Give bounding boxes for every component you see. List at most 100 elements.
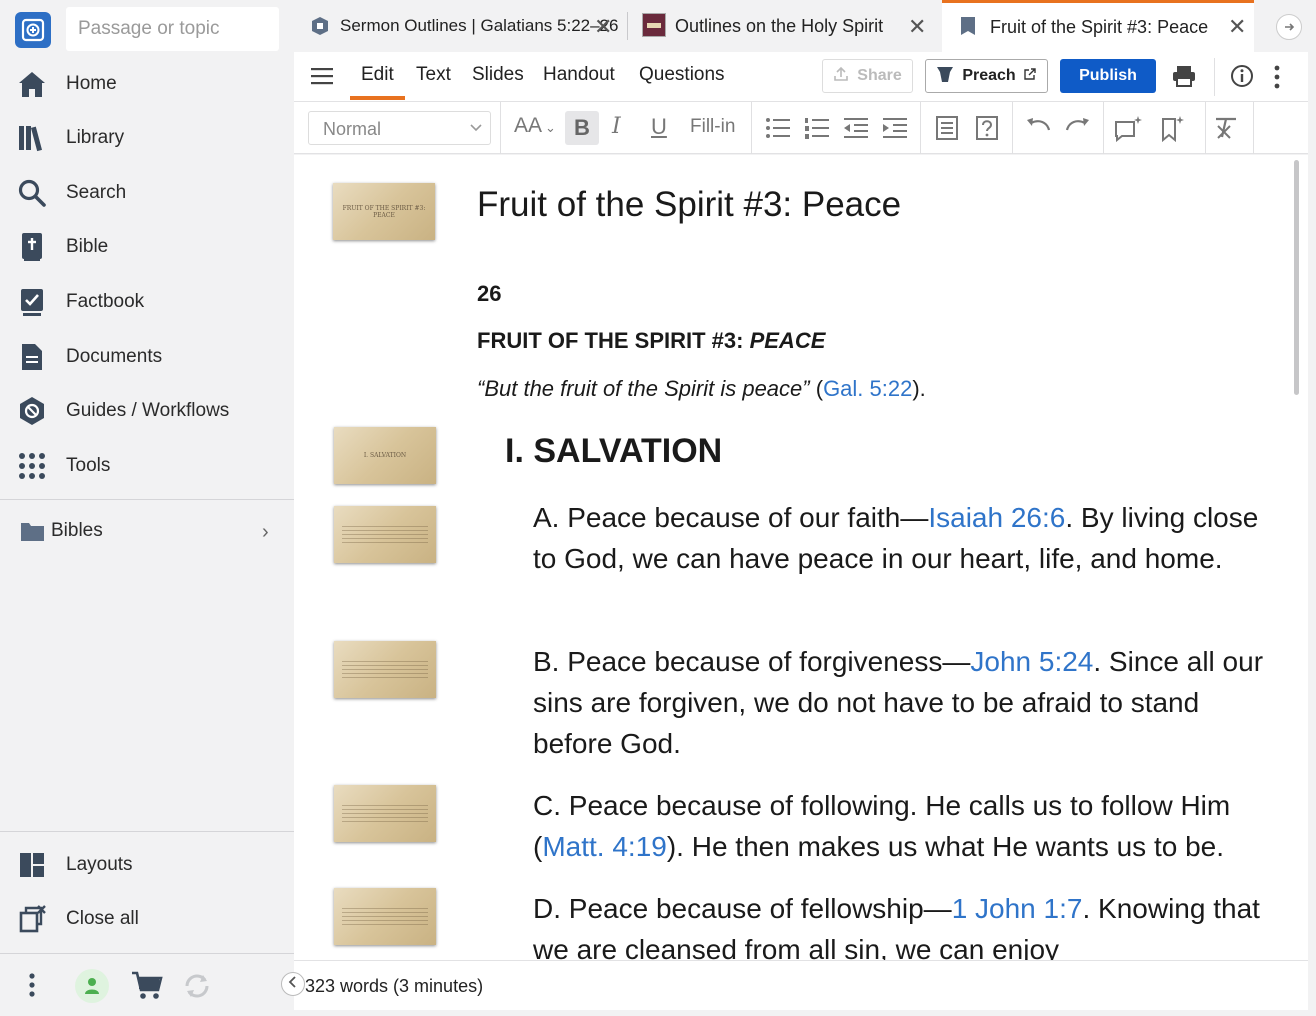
- publish-button[interactable]: Publish: [1060, 59, 1156, 93]
- numbered-list-icon[interactable]: [804, 116, 830, 145]
- tab-sermon-outlines[interactable]: Sermon Outlines | Galatians 5:22–26 ✕: [294, 0, 624, 52]
- slide-thumbnail[interactable]: [334, 641, 436, 698]
- sidebar-item-layouts[interactable]: Layouts: [0, 842, 294, 888]
- redo-icon[interactable]: [1065, 117, 1091, 142]
- toolbar-divider: [1012, 102, 1013, 154]
- font-size-button[interactable]: AA ⌄: [514, 114, 556, 138]
- underline-button[interactable]: U: [651, 114, 667, 140]
- menu-questions[interactable]: Questions: [639, 64, 725, 86]
- share-button[interactable]: Share: [822, 59, 913, 93]
- more-options-icon[interactable]: [1272, 64, 1282, 95]
- bold-button[interactable]: B: [565, 111, 599, 145]
- menu-slides[interactable]: Slides: [472, 64, 524, 86]
- sidebar-folder-bibles[interactable]: Bibles ›: [0, 509, 294, 553]
- sidebar-item-label: Close all: [66, 908, 139, 929]
- sidebar-item-search[interactable]: Search: [0, 170, 294, 216]
- slide-thumbnail[interactable]: [334, 506, 436, 563]
- sidebar-item-close-all[interactable]: Close all: [0, 896, 294, 942]
- quote-paren-close: ).: [912, 376, 926, 401]
- font-size-glyph: AA: [514, 114, 543, 137]
- style-select-value: Normal: [323, 119, 382, 139]
- close-tab-icon[interactable]: ✕: [1228, 14, 1246, 40]
- bulleted-list-icon[interactable]: [765, 116, 791, 145]
- bible-reference-link[interactable]: Gal. 5:22: [823, 376, 912, 401]
- sync-icon[interactable]: [181, 970, 213, 1007]
- print-icon[interactable]: [1172, 65, 1196, 92]
- outline-point-b[interactable]: B. Peace because of forgiveness—John 5:2…: [533, 641, 1263, 764]
- sidebar-item-factbook[interactable]: Factbook: [0, 279, 294, 325]
- left-sidebar: Passage or topic Home Library Search Bib…: [0, 0, 294, 1016]
- bible-icon: [16, 231, 48, 263]
- tab-outlines-holy-spirit[interactable]: Outlines on the Holy Spirit ✕: [630, 0, 940, 52]
- undo-icon[interactable]: [1025, 117, 1051, 142]
- menu-handout[interactable]: Handout: [543, 64, 615, 86]
- outline-number[interactable]: 26: [477, 281, 501, 307]
- bible-reference-link[interactable]: 1 John 1:7: [952, 893, 1083, 924]
- info-icon[interactable]: [1230, 64, 1254, 93]
- sidebar-item-home[interactable]: Home: [0, 61, 294, 107]
- sidebar-item-guides[interactable]: Guides / Workflows: [0, 388, 294, 434]
- outline-heading[interactable]: FRUIT OF THE SPIRIT #3: PEACE: [477, 328, 825, 354]
- sidebar-item-bible[interactable]: Bible: [0, 224, 294, 270]
- ai-comment-icon[interactable]: [1114, 114, 1144, 147]
- more-vertical-icon[interactable]: [22, 971, 42, 1004]
- document-scrollbar[interactable]: [1294, 160, 1299, 395]
- resource-book-icon: [311, 16, 329, 41]
- logos-logo-icon[interactable]: [15, 12, 51, 48]
- add-panel-icon[interactable]: [1276, 14, 1302, 40]
- ai-bookmark-icon[interactable]: [1160, 114, 1186, 147]
- sidebar-item-library[interactable]: Library: [0, 115, 294, 161]
- sidebar-item-tools[interactable]: Tools: [0, 443, 294, 489]
- toolbar-divider: [500, 102, 501, 154]
- slide-thumbnail[interactable]: [334, 888, 436, 945]
- book-cover-icon: [642, 13, 666, 37]
- outline-point-d[interactable]: D. Peace because of fellowship—1 John 1:…: [533, 888, 1263, 960]
- status-bar: 323 words (3 minutes): [294, 960, 1308, 1010]
- outline-heading-text: FRUIT OF THE SPIRIT #3:: [477, 328, 750, 353]
- passage-search-input[interactable]: Passage or topic: [66, 7, 279, 51]
- point-text: A. Peace because of our faith—: [533, 502, 929, 533]
- close-tab-icon[interactable]: ✕: [908, 14, 926, 40]
- close-tab-icon[interactable]: ✕: [594, 14, 612, 40]
- bible-reference-link[interactable]: John 5:24: [970, 646, 1093, 677]
- hamburger-menu-icon[interactable]: [311, 66, 333, 91]
- toolbar-divider: [920, 102, 921, 154]
- sidebar-item-label: Layouts: [66, 854, 133, 875]
- preach-button[interactable]: Preach: [925, 59, 1048, 93]
- outline-point-a[interactable]: A. Peace because of our faith—Isaiah 26:…: [533, 497, 1263, 579]
- insert-block-icon[interactable]: [935, 115, 959, 146]
- sidebar-item-label: Search: [66, 182, 127, 203]
- sidebar-divider: [0, 953, 294, 954]
- document-title[interactable]: Fruit of the Spirit #3: Peace: [477, 185, 901, 225]
- key-verse-quote[interactable]: “But the fruit of the Spirit is peace” (…: [477, 376, 926, 402]
- sidebar-item-documents[interactable]: Documents: [0, 334, 294, 380]
- menu-edit[interactable]: Edit: [361, 64, 394, 86]
- indent-icon[interactable]: [882, 116, 908, 145]
- collapse-sidebar-button[interactable]: [281, 972, 305, 996]
- search-icon: [16, 177, 48, 209]
- clear-formatting-icon[interactable]: [1214, 117, 1238, 144]
- section-heading[interactable]: I. SALVATION: [505, 432, 722, 471]
- menu-text[interactable]: Text: [416, 64, 451, 86]
- home-icon: [16, 68, 48, 100]
- sermon-document[interactable]: FRUIT OF THE SPIRIT #3: PEACE Fruit of t…: [294, 155, 1308, 960]
- guides-icon: [16, 395, 48, 427]
- sidebar-item-label: Home: [66, 73, 117, 94]
- share-label: Share: [857, 67, 902, 84]
- slide-thumbnail[interactable]: FRUIT OF THE SPIRIT #3: PEACE: [333, 183, 435, 240]
- outdent-icon[interactable]: [843, 116, 869, 145]
- folder-icon: [20, 520, 45, 547]
- insert-question-icon[interactable]: [975, 115, 999, 146]
- slide-thumbnail[interactable]: I. SALVATION: [334, 427, 436, 484]
- cart-icon[interactable]: [131, 970, 163, 1005]
- slide-thumbnail[interactable]: [334, 785, 436, 842]
- chevron-down-icon: [469, 120, 483, 139]
- outline-point-c[interactable]: C. Peace because of following. He calls …: [533, 785, 1263, 867]
- paragraph-style-select[interactable]: Normal: [308, 111, 491, 145]
- bible-reference-link[interactable]: Isaiah 26:6: [928, 502, 1065, 533]
- italic-button[interactable]: I: [612, 114, 621, 139]
- tab-fruit-of-spirit[interactable]: Fruit of the Spirit #3: Peace ✕: [942, 0, 1254, 52]
- bible-reference-link[interactable]: Matt. 4:19: [542, 831, 667, 862]
- user-avatar-icon[interactable]: [75, 969, 109, 1003]
- fill-in-button[interactable]: Fill-in: [690, 116, 735, 138]
